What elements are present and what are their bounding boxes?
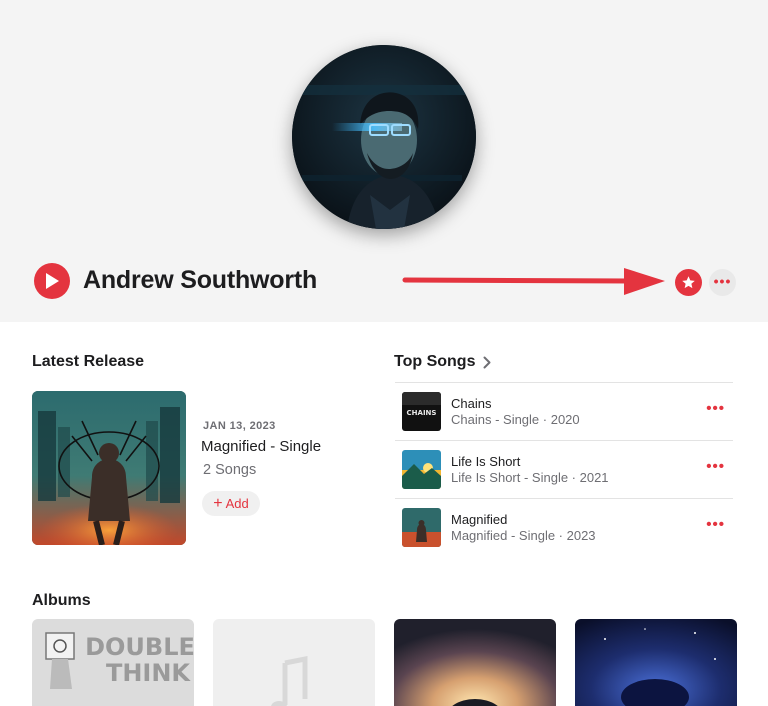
chains-art-text: CHAINS: [407, 409, 437, 417]
placeholder-artwork: [213, 619, 375, 706]
annotation-arrow: [402, 268, 665, 295]
chains-artwork: CHAINS: [402, 392, 441, 431]
album-card[interactable]: DOUBLE THINK: [32, 619, 194, 706]
song-row[interactable]: Life Is Short Life Is Short - Single · 2…: [395, 440, 733, 498]
artist-avatar: [292, 45, 476, 229]
play-icon: [46, 273, 59, 289]
song-subtitle: Life Is Short - Single · 2021: [451, 470, 609, 485]
ellipsis-icon: •••: [713, 273, 732, 289]
song-more-button[interactable]: •••: [706, 400, 725, 417]
double-think-text-1: DOUBLE: [85, 633, 194, 661]
top-songs-heading[interactable]: Top Songs: [394, 353, 491, 371]
song-artwork: [402, 450, 441, 489]
add-label: Add: [225, 496, 249, 511]
play-button[interactable]: [34, 263, 70, 299]
top-songs-title: Top Songs: [394, 353, 476, 370]
double-think-text-2: THINK: [106, 659, 191, 687]
song-row[interactable]: CHAINS Chains Chains - Single · 2020 •••: [395, 382, 733, 440]
albums-heading: Albums: [32, 592, 91, 609]
magnified-artwork: [32, 391, 186, 545]
star-icon: [682, 276, 695, 289]
album-card[interactable]: [394, 619, 556, 706]
song-subtitle: Magnified - Single · 2023: [451, 528, 596, 543]
artist-name: Andrew Southworth: [83, 266, 318, 294]
song-title: Magnified: [451, 512, 508, 527]
double-think-artwork: DOUBLE THINK: [32, 619, 194, 706]
night-tree-artwork: [575, 619, 737, 706]
magnified-thumb-artwork: [402, 508, 441, 547]
song-artwork: CHAINS: [402, 392, 441, 431]
artist-photo: [292, 45, 476, 229]
release-date: JAN 13, 2023: [203, 420, 276, 432]
latest-release-heading: Latest Release: [32, 353, 145, 370]
latest-release-artwork[interactable]: [32, 391, 186, 545]
song-title: Life Is Short: [451, 454, 521, 469]
song-title: Chains: [451, 396, 492, 411]
artist-hero: Andrew Southworth •••: [0, 0, 768, 322]
add-button[interactable]: + Add: [202, 491, 260, 516]
song-row[interactable]: Magnified Magnified - Single · 2023 •••: [395, 498, 733, 556]
song-subtitle: Chains - Single · 2020: [451, 412, 580, 427]
song-more-button[interactable]: •••: [706, 458, 725, 475]
release-title[interactable]: Magnified - Single: [201, 438, 321, 455]
album-card[interactable]: [213, 619, 375, 706]
life-is-short-artwork: [402, 450, 441, 489]
song-more-button[interactable]: •••: [706, 516, 725, 533]
eclipse-artwork: [394, 619, 556, 706]
song-artwork: [402, 508, 441, 547]
plus-icon: +: [213, 494, 223, 512]
chevron-right-icon: [483, 356, 491, 368]
release-song-count: 2 Songs: [203, 462, 257, 478]
album-card[interactable]: [575, 619, 737, 706]
top-songs-list: CHAINS Chains Chains - Single · 2020 •••…: [395, 382, 733, 556]
favorite-button[interactable]: [675, 269, 702, 296]
artist-more-button[interactable]: •••: [709, 269, 736, 296]
